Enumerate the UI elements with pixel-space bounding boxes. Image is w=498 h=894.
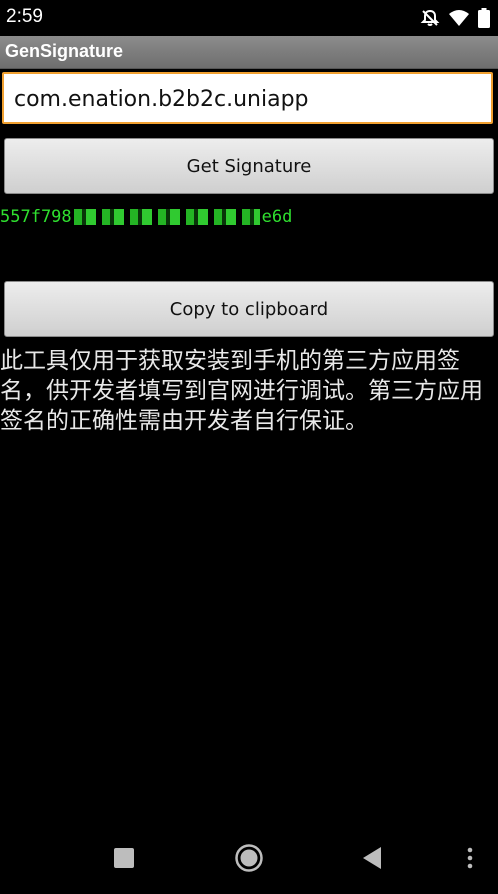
back-button[interactable] [354,842,390,878]
status-icons [420,8,490,28]
navigation-bar [0,822,498,894]
app-title: GenSignature [5,41,124,61]
package-input-container [2,72,493,124]
app-bar: GenSignature [0,36,498,69]
back-icon [361,846,383,874]
get-signature-label: Get Signature [186,155,312,177]
overflow-menu-button[interactable] [452,842,488,878]
info-text: 此工具仅用于获取安装到手机的第三方应用签名，供开发者填写到官网进行调试。第三方应… [0,348,483,434]
wifi-icon [448,9,470,27]
signature-suffix: e6d [261,207,293,227]
recents-icon [113,847,135,873]
do-not-disturb-icon [420,8,440,28]
get-signature-button[interactable]: Get Signature [4,138,494,194]
signature-output: 557f798 e6d [0,205,292,229]
battery-icon [478,8,490,28]
package-name-input[interactable] [14,80,484,118]
recents-button[interactable] [106,842,142,878]
overflow-menu-icon [466,847,474,873]
status-time: 2:59 [6,6,43,27]
status-bar: 2:59 [0,0,498,36]
home-icon [234,843,264,877]
redacted-signature-block [73,209,260,225]
copy-to-clipboard-label: Copy to clipboard [169,298,329,320]
home-button[interactable] [231,842,267,878]
signature-prefix: 557f798 [0,207,72,227]
copy-to-clipboard-button[interactable]: Copy to clipboard [4,281,494,337]
